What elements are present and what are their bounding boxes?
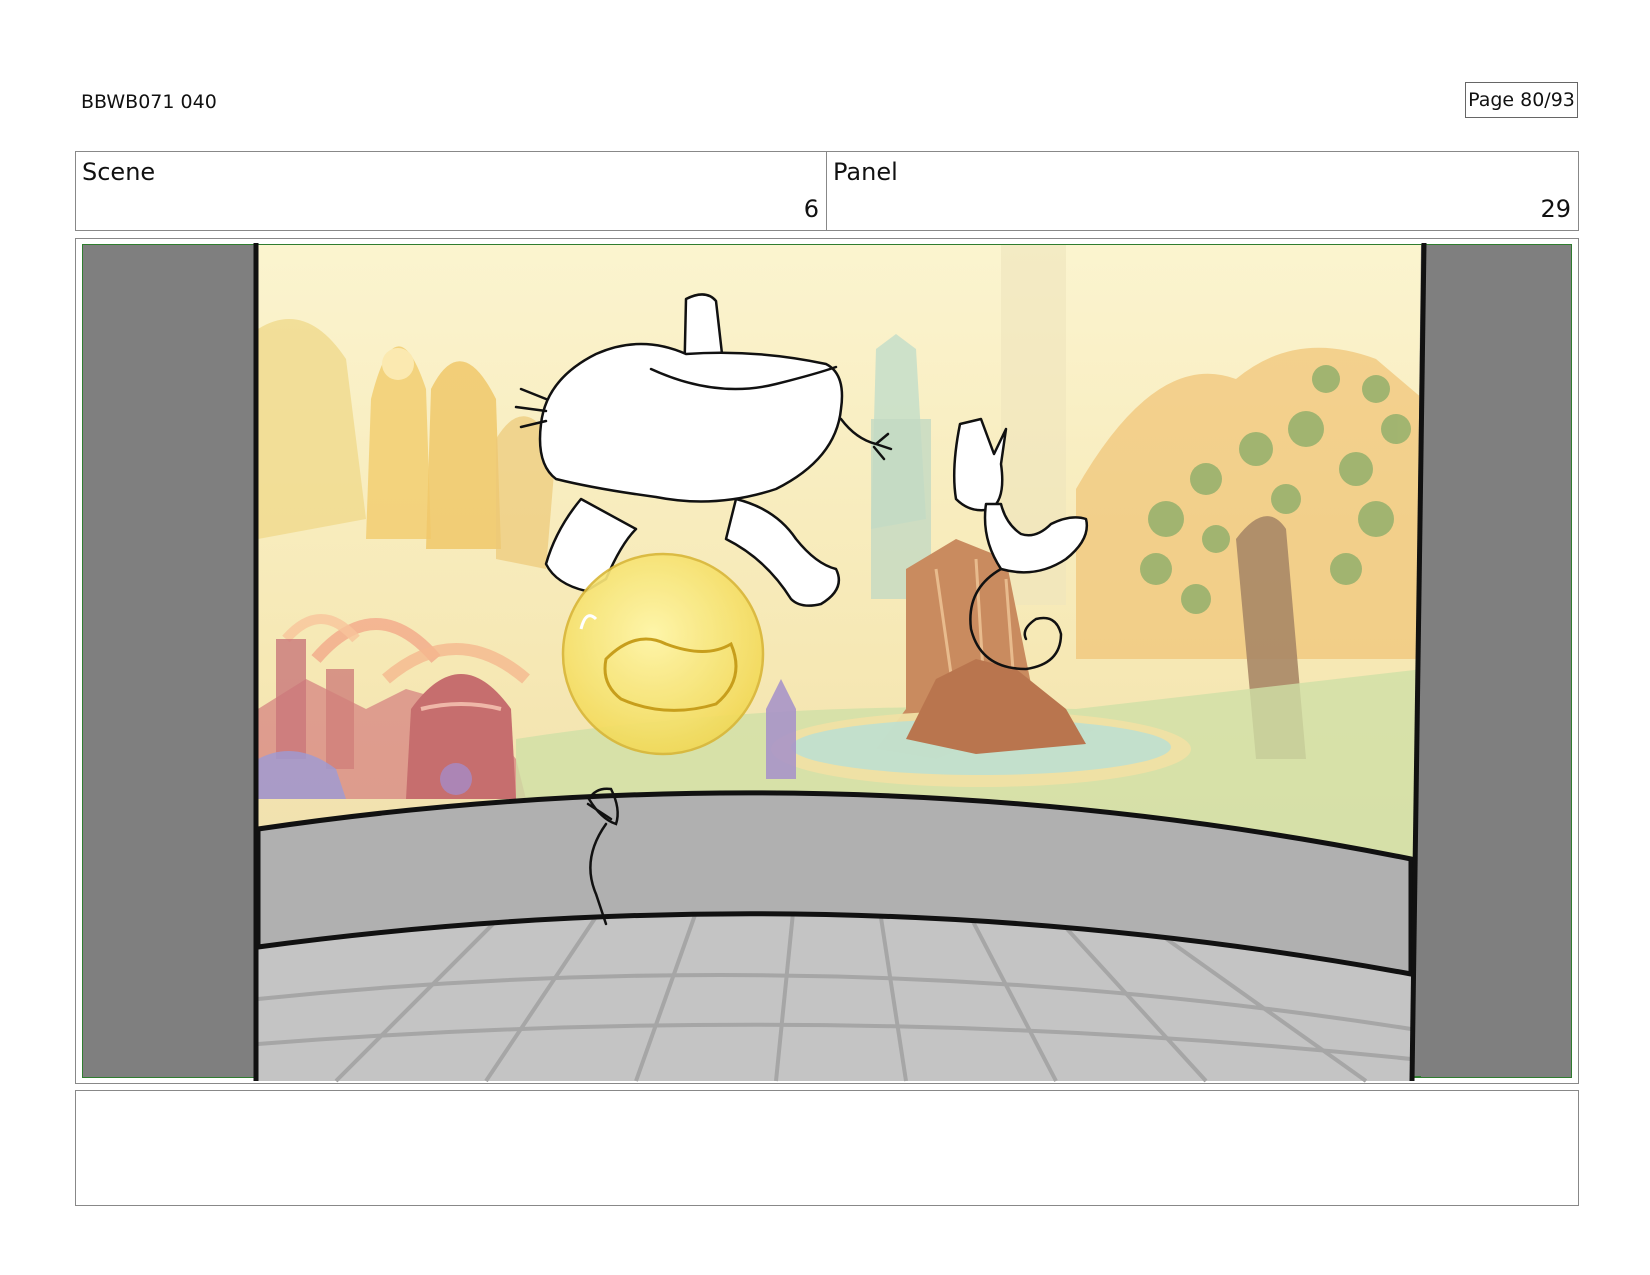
yellow-bubble	[561, 552, 765, 756]
storyboard-frame	[75, 238, 1579, 1084]
right-matte	[1421, 245, 1571, 1077]
panel-number: 29	[1540, 195, 1571, 223]
panel-label: Panel	[833, 158, 898, 186]
document-id: BBWB071 040	[81, 91, 217, 113]
left-matte	[83, 245, 258, 1077]
scene-number: 6	[803, 195, 819, 223]
page-number: Page 80/93	[1465, 82, 1578, 118]
scene-box: Scene 6	[75, 151, 827, 231]
storyboard-drawing	[82, 242, 1572, 1083]
scene-label: Scene	[82, 158, 156, 186]
notes-box	[75, 1090, 1579, 1206]
panel-box: Panel 29	[826, 151, 1579, 231]
